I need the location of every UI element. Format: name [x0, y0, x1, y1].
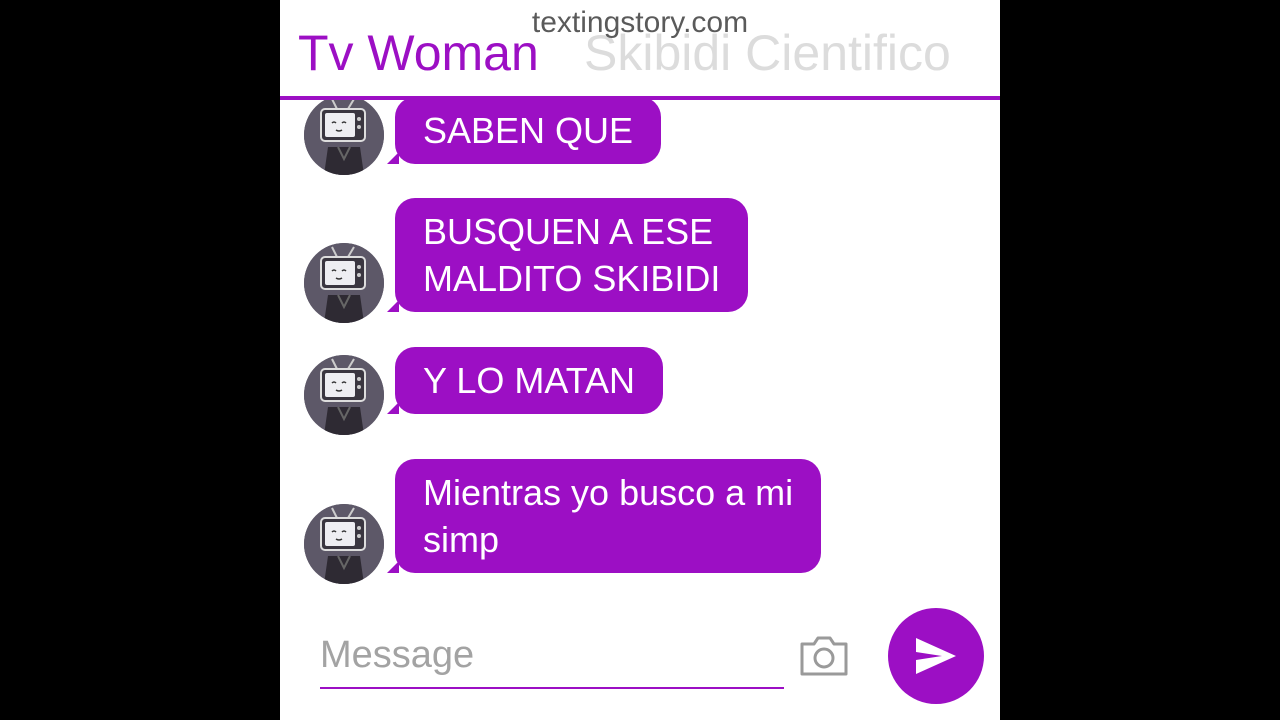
tv-woman-avatar-icon[interactable] — [304, 100, 384, 175]
send-icon — [916, 638, 956, 674]
message-bubble: Y LO MATAN — [386, 347, 664, 414]
message-bubble: SABEN QUE — [386, 100, 662, 164]
message-text: SABEN QUE — [423, 110, 634, 151]
message-text-line: simp — [423, 519, 500, 560]
tv-woman-avatar-icon[interactable] — [304, 355, 384, 435]
watermark: textingstory.com — [531, 6, 749, 39]
message-composer — [320, 627, 784, 689]
send-button[interactable] — [888, 608, 984, 704]
message-text-line: Mientras yo busco a mi — [423, 472, 794, 513]
tv-woman-avatar-icon[interactable] — [304, 243, 384, 323]
message-list[interactable]: SABEN QUE BUSQUEN A ESE MALDITO SKIBIDI … — [280, 100, 1000, 610]
tv-woman-avatar-icon[interactable] — [304, 504, 384, 584]
message-text: Y LO MATAN — [423, 360, 636, 401]
message-bubble: BUSQUEN A ESE MALDITO SKIBIDI — [386, 198, 749, 312]
message-text-line: MALDITO SKIBIDI — [423, 258, 721, 299]
camera-icon[interactable] — [798, 632, 850, 678]
message-input[interactable] — [320, 627, 780, 683]
message-text-line: BUSQUEN A ESE — [423, 211, 714, 252]
message-bubble: Mientras yo busco a mi simp — [386, 459, 822, 573]
chat-screen: textingstory.com Tv Woman Skibidi Cienti… — [280, 0, 1000, 720]
